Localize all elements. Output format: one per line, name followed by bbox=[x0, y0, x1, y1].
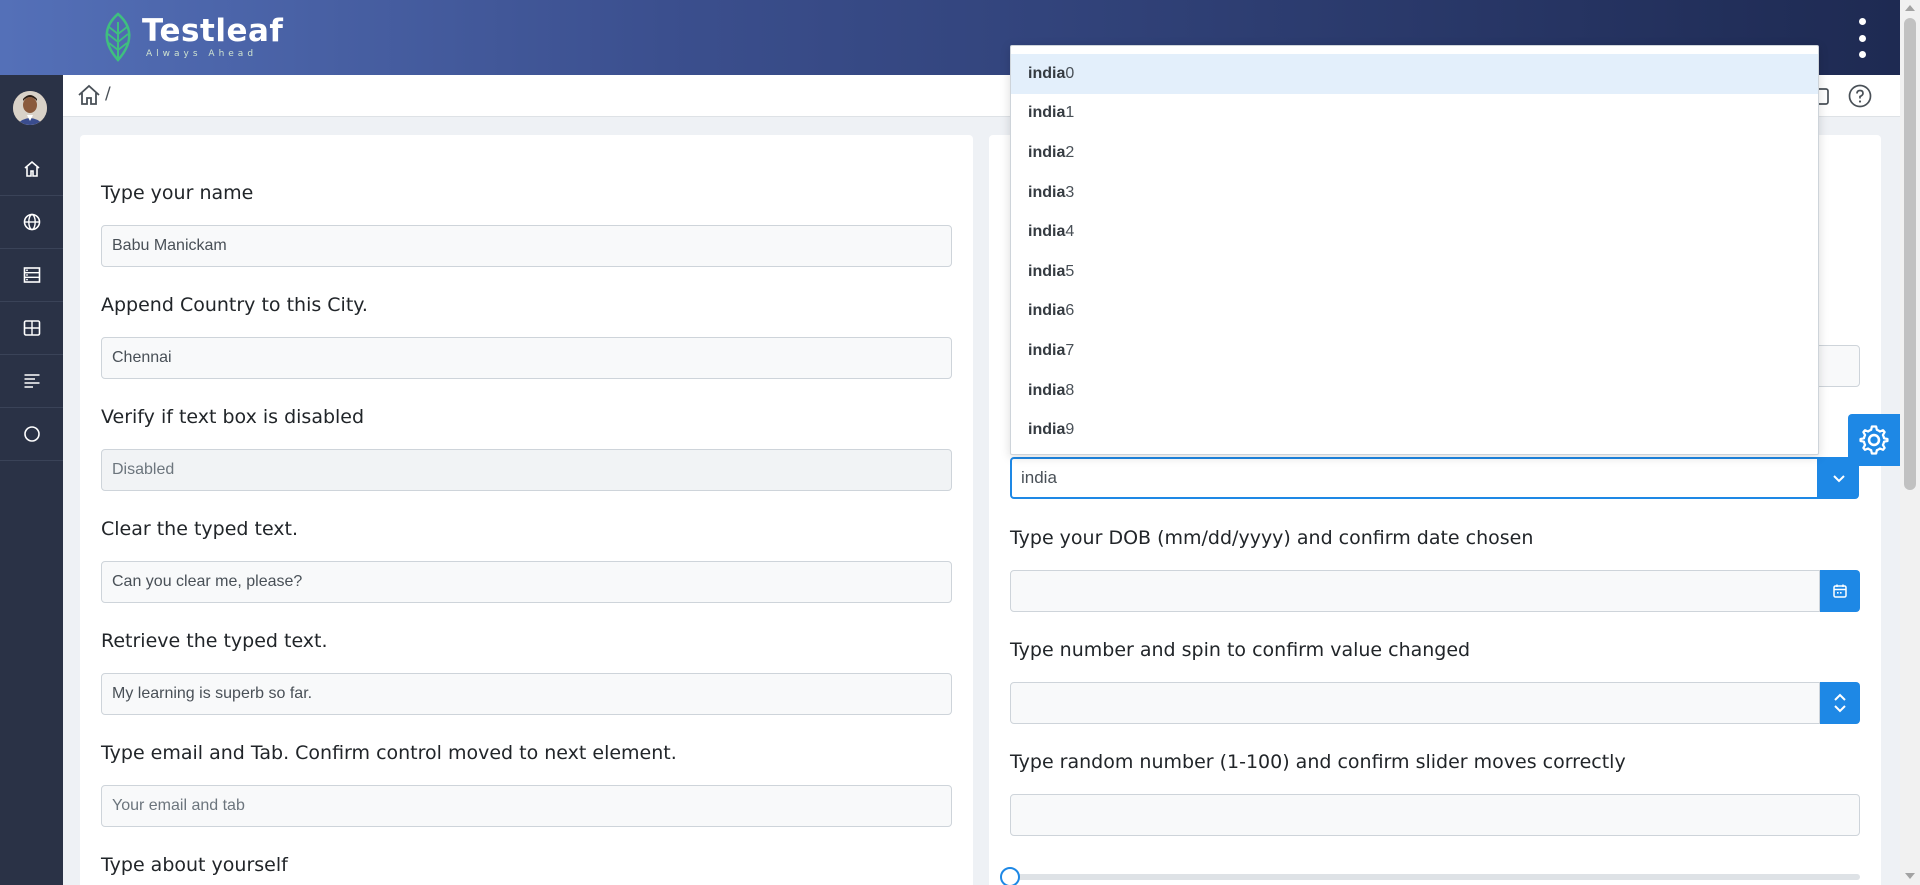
circle-icon bbox=[23, 426, 40, 442]
calendar-button[interactable] bbox=[1820, 570, 1860, 612]
sidebar-item-list[interactable] bbox=[0, 355, 63, 408]
email-input[interactable] bbox=[101, 785, 952, 827]
option-match-text: india bbox=[1028, 64, 1066, 82]
sidebar-item-browser[interactable] bbox=[0, 196, 63, 249]
option-rest-text: 4 bbox=[1065, 223, 1075, 241]
sidebar-item-data[interactable] bbox=[0, 249, 63, 302]
disabled-label: Verify if text box is disabled bbox=[101, 406, 365, 428]
append-city-label: Append Country to this City. bbox=[101, 294, 368, 316]
option-rest-text: 7 bbox=[1065, 341, 1075, 359]
name-label: Type your name bbox=[101, 182, 254, 204]
slider-handle[interactable] bbox=[1000, 867, 1020, 885]
settings-button[interactable] bbox=[1848, 414, 1900, 466]
slider-label: Type random number (1-100) and confirm s… bbox=[1010, 751, 1626, 773]
option-match-text: india bbox=[1028, 341, 1066, 359]
calendar-icon bbox=[1833, 584, 1847, 598]
option-match-text: india bbox=[1028, 381, 1066, 399]
brand-tagline: Always Ahead bbox=[146, 49, 258, 59]
dob-label: Type your DOB (mm/dd/yyyy) and confirm d… bbox=[1010, 527, 1534, 549]
autocomplete-option[interactable]: india 1 bbox=[1011, 94, 1818, 134]
more-options-icon[interactable] bbox=[1852, 18, 1872, 58]
option-rest-text: 5 bbox=[1065, 262, 1075, 280]
autocomplete-option[interactable]: india 3 bbox=[1011, 173, 1818, 213]
spin-input[interactable] bbox=[1010, 682, 1820, 724]
retrieve-text-input[interactable] bbox=[101, 673, 952, 715]
sidebar-item-table[interactable] bbox=[0, 302, 63, 355]
autocomplete-option[interactable]: india 2 bbox=[1011, 133, 1818, 173]
scroll-thumb[interactable] bbox=[1904, 18, 1916, 490]
sidebar-item-misc[interactable] bbox=[0, 408, 63, 461]
autocomplete-option[interactable]: india 0 bbox=[1011, 54, 1818, 94]
sidebar bbox=[0, 75, 63, 885]
align-left-icon bbox=[24, 374, 39, 388]
option-match-text: india bbox=[1028, 223, 1066, 241]
testleaf-logo[interactable]: Testleaf Always Ahead bbox=[100, 12, 283, 62]
grid-icon bbox=[23, 320, 40, 336]
spinner-buttons[interactable] bbox=[1820, 682, 1860, 724]
chevron-down-icon bbox=[1833, 475, 1845, 483]
append-city-input[interactable] bbox=[101, 337, 952, 379]
clear-text-label: Clear the typed text. bbox=[101, 518, 299, 540]
email-label: Type email and Tab. Confirm control move… bbox=[101, 742, 677, 764]
option-match-text: india bbox=[1028, 104, 1066, 122]
option-rest-text: 0 bbox=[1065, 64, 1075, 82]
page-scrollbar[interactable] bbox=[1900, 0, 1920, 885]
option-rest-text: 3 bbox=[1065, 183, 1075, 201]
slider-track[interactable] bbox=[1010, 874, 1860, 880]
option-match-text: india bbox=[1028, 421, 1066, 439]
option-rest-text: 8 bbox=[1065, 381, 1075, 399]
option-match-text: india bbox=[1028, 262, 1066, 280]
option-match-text: india bbox=[1028, 183, 1066, 201]
brand-name: Testleaf bbox=[142, 13, 284, 49]
autocomplete-option[interactable]: india 4 bbox=[1011, 212, 1818, 252]
home-icon[interactable] bbox=[77, 84, 101, 106]
autocomplete-option[interactable]: india 5 bbox=[1011, 252, 1818, 292]
chevron-down-icon[interactable] bbox=[1833, 704, 1847, 714]
name-input[interactable] bbox=[101, 225, 952, 267]
autocomplete-option[interactable]: india 7 bbox=[1011, 331, 1818, 371]
autocomplete-option[interactable]: india 6 bbox=[1011, 292, 1818, 332]
autocomplete-panel: india 0 india 1 india 2 india 3 india 4 india 5 indi… bbox=[1010, 45, 1819, 455]
slider-number-input[interactable] bbox=[1010, 794, 1860, 836]
autocomplete-option[interactable]: india 9 bbox=[1011, 410, 1818, 450]
scroll-up-icon[interactable] bbox=[1905, 5, 1915, 11]
retrieve-text-label: Retrieve the typed text. bbox=[101, 630, 328, 652]
clear-text-input[interactable] bbox=[101, 561, 952, 603]
sidebar-item-home[interactable] bbox=[0, 143, 63, 196]
option-rest-text: 1 bbox=[1065, 104, 1075, 122]
spin-label: Type number and spin to confirm value ch… bbox=[1010, 639, 1471, 661]
disabled-input bbox=[101, 449, 952, 491]
option-rest-text: 9 bbox=[1065, 421, 1075, 439]
help-icon[interactable] bbox=[1847, 83, 1873, 109]
dob-input[interactable] bbox=[1010, 570, 1820, 612]
option-rest-text: 6 bbox=[1065, 302, 1075, 320]
leaf-logo-icon bbox=[105, 12, 131, 62]
scroll-down-icon[interactable] bbox=[1905, 873, 1915, 879]
country-autocomplete-input[interactable] bbox=[1010, 457, 1819, 499]
avatar[interactable] bbox=[13, 91, 47, 125]
left-form-card: Type your name Append Country to this Ci… bbox=[80, 135, 973, 885]
about-label: Type about yourself bbox=[101, 854, 288, 876]
server-icon bbox=[23, 267, 40, 283]
option-match-text: india bbox=[1028, 143, 1066, 161]
globe-icon bbox=[23, 213, 40, 231]
home-icon bbox=[23, 160, 40, 177]
autocomplete-option[interactable]: india 8 bbox=[1011, 371, 1818, 411]
chevron-up-icon[interactable] bbox=[1833, 692, 1847, 702]
gear-icon bbox=[1859, 425, 1889, 455]
option-match-text: india bbox=[1028, 302, 1066, 320]
option-rest-text: 2 bbox=[1065, 143, 1075, 161]
breadcrumb-separator: / bbox=[105, 84, 111, 104]
